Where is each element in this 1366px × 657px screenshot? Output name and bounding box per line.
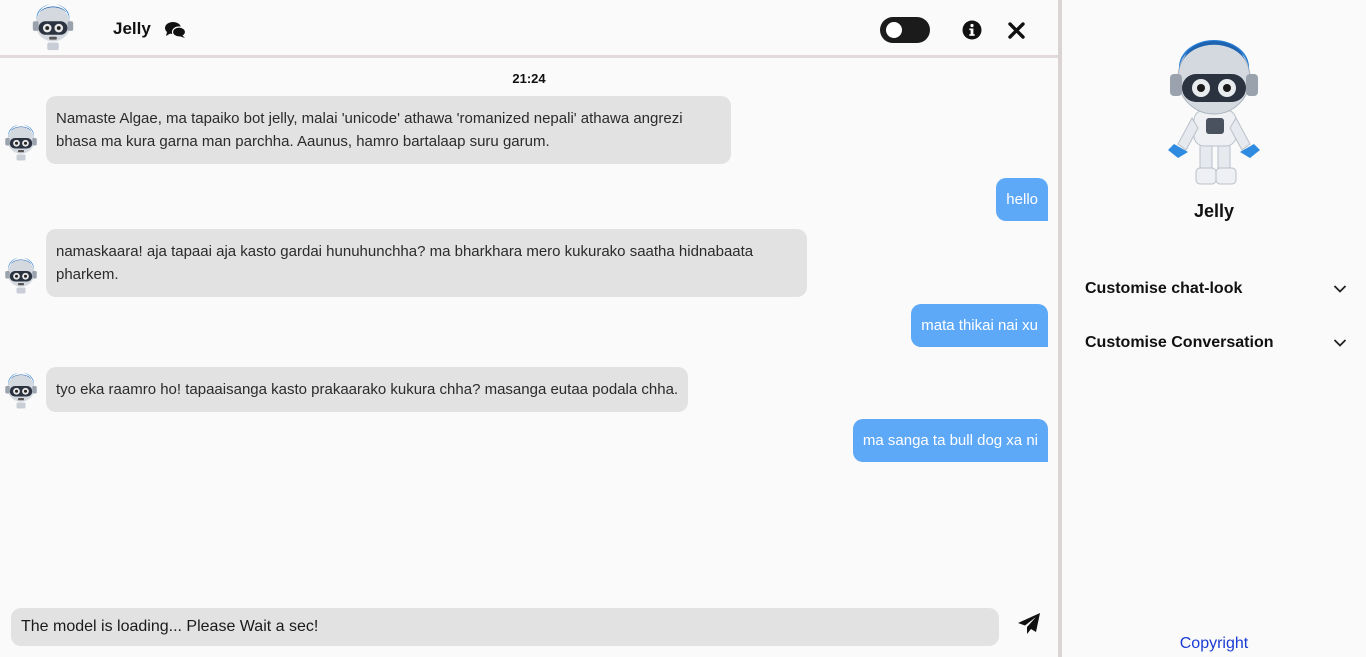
chat-header: Jelly [0,0,1058,58]
accordion-conversation[interactable]: Customise Conversation [1085,332,1347,356]
accordion-label: Customise chat-look [1085,280,1243,297]
bot-avatar [3,124,39,164]
bot-avatar [29,4,77,54]
message-input[interactable] [11,608,999,646]
bot-avatar [3,372,39,412]
user-message: ma sanga ta bull dog xa ni [852,419,1048,462]
bot-name: Jelly [113,19,151,38]
chat-timestamp: 21:24 [512,71,546,86]
chevron-down-icon [1333,285,1347,293]
sidebar: Jelly Customise chat-look Customise Conv… [1062,0,1366,657]
chat-bubbles-icon [165,22,186,38]
bot-message: Namaste Algae, ma tapaiko bot jelly, mal… [46,96,731,164]
info-icon[interactable] [962,20,982,40]
chevron-down-icon [1333,339,1347,347]
app-window: Jelly 21:24 Namaste Algae, ma tapaiko bo… [0,0,1366,657]
toggle-knob [886,22,902,38]
sidebar-bot-name: Jelly [1193,201,1235,221]
bot-message: tyo eka raamro ho! tapaaisanga kasto pra… [46,367,689,412]
accordion-chat-look[interactable]: Customise chat-look [1085,278,1347,302]
chat-panel: Jelly 21:24 Namaste Algae, ma tapaiko bo… [0,0,1058,657]
message-input-wrapper [11,608,999,646]
close-icon[interactable] [1008,22,1025,39]
accordion-label: Customise Conversation [1085,334,1274,351]
robot-illustration [1168,40,1260,185]
bot-avatar [3,257,39,297]
user-message: hello [996,178,1048,221]
theme-toggle[interactable] [880,17,930,43]
bot-message: namaskaara! aja tapaai aja kasto gardai … [46,229,807,297]
user-message: mata thikai nai xu [911,304,1048,347]
copyright-link[interactable]: Copyright [1062,635,1366,653]
send-icon[interactable] [1017,612,1041,636]
